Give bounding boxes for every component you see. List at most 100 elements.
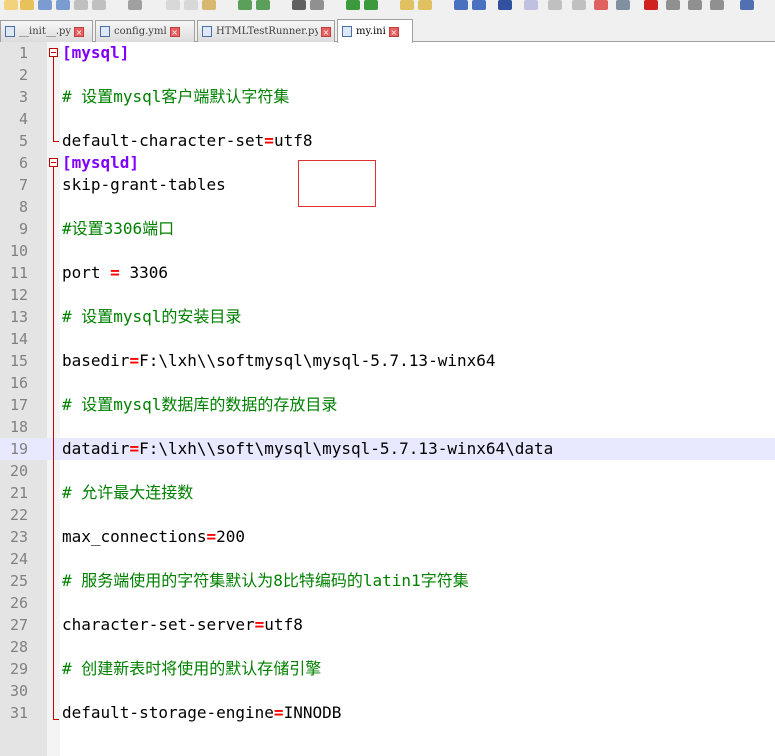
fold-toggle-icon[interactable] xyxy=(49,158,58,167)
code-token: INNODB xyxy=(283,703,342,722)
save-macro-icon[interactable] xyxy=(740,0,754,10)
line-number: 20 xyxy=(9,462,28,480)
code-token: skip-grant-tables xyxy=(62,175,226,194)
redo-icon[interactable] xyxy=(256,0,270,10)
word-wrap-icon[interactable] xyxy=(454,0,468,10)
code-line[interactable]: 8 xyxy=(0,196,775,218)
print-icon[interactable] xyxy=(128,0,142,10)
code-text: # 设置mysql客户端默认字符集 xyxy=(62,86,289,108)
new-file-icon[interactable] xyxy=(4,0,18,10)
code-line[interactable]: 31 default-storage-engine=INNODB xyxy=(0,702,775,724)
line-number: 21 xyxy=(9,484,28,502)
code-line[interactable]: 15 basedir=F:\lxh\\softmysql\mysql-5.7.13… xyxy=(0,350,775,372)
fold-end-marker xyxy=(53,719,59,720)
save-icon[interactable] xyxy=(38,0,52,10)
save-all-icon[interactable] xyxy=(56,0,70,10)
code-line[interactable]: 21 # 允许最大连接数 xyxy=(0,482,775,504)
tab-init-py[interactable]: __init__.py × xyxy=(0,20,93,42)
zoom-in-icon[interactable] xyxy=(346,0,360,10)
code-line[interactable]: 16 xyxy=(0,372,775,394)
code-text: basedir=F:\lxh\\softmysql\mysql-5.7.13-w… xyxy=(62,350,496,372)
code-line[interactable]: 22 xyxy=(0,504,775,526)
sync-v-icon[interactable] xyxy=(400,0,414,10)
monitor-icon[interactable] xyxy=(616,0,630,10)
code-line[interactable]: 20 xyxy=(0,460,775,482)
find-icon[interactable] xyxy=(292,0,306,10)
code-line[interactable]: 11 port = 3306 xyxy=(0,262,775,284)
comment-text: # 设置mysql数据库的数据的存放目录 xyxy=(62,395,338,414)
operator: = xyxy=(129,351,140,370)
close-all-icon[interactable] xyxy=(92,0,106,10)
code-line[interactable]: 5 default-character-set=utf8 xyxy=(0,130,775,152)
editor[interactable]: 1 [mysql] 2 3 # 设置mysql客户端默认字符集 4 5 default-cha… xyxy=(0,42,775,756)
show-all-chars-icon[interactable] xyxy=(472,0,486,10)
code-line[interactable]: 25 # 服务端使用的字符集默认为8比特编码的latin1字符集 xyxy=(0,570,775,592)
tab-htmltestrunner-py[interactable]: HTMLTestRunner.py × xyxy=(197,20,335,42)
line-number: 16 xyxy=(9,374,28,392)
fold-toggle-icon[interactable] xyxy=(49,48,58,57)
run-macro-icon[interactable] xyxy=(710,0,724,10)
code-line[interactable]: 4 xyxy=(0,108,775,130)
fold-line xyxy=(53,167,54,719)
code-line[interactable]: 6 [mysqld] xyxy=(0,152,775,174)
code-line[interactable]: 27 character-set-server=utf8 xyxy=(0,614,775,636)
line-number: 13 xyxy=(9,308,28,326)
code-line[interactable]: 30 xyxy=(0,680,775,702)
code-line[interactable]: 17 # 设置mysql数据库的数据的存放目录 xyxy=(0,394,775,416)
code-line[interactable]: 28 xyxy=(0,636,775,658)
tab-config-yml[interactable]: config.yml × xyxy=(95,20,195,42)
code-line[interactable]: 12 xyxy=(0,284,775,306)
open-file-icon[interactable] xyxy=(20,0,34,10)
code-line[interactable]: 23 max_connections=200 xyxy=(0,526,775,548)
code-line[interactable]: 7 skip-grant-tables xyxy=(0,174,775,196)
code-text: # 创建新表时将使用的默认存储引擎 xyxy=(62,658,321,680)
code-line[interactable]: 1 [mysql] xyxy=(0,42,775,64)
code-token: max_connections xyxy=(62,527,207,546)
record-macro-icon[interactable] xyxy=(644,0,658,10)
close-tab-icon[interactable]: × xyxy=(169,26,180,37)
copy-icon[interactable] xyxy=(184,0,198,10)
fold-line xyxy=(53,57,54,141)
cut-icon[interactable] xyxy=(166,0,180,10)
close-tab-icon[interactable]: × xyxy=(388,26,399,37)
code-token: default-character-set xyxy=(62,131,265,150)
sync-h-icon[interactable] xyxy=(418,0,432,10)
operator: = xyxy=(110,263,120,282)
lang-icon[interactable] xyxy=(524,0,538,10)
code-token: F:\lxh\\soft\mysql\mysql-5.7.13-winx64\d… xyxy=(139,439,554,458)
code-line[interactable]: 26 xyxy=(0,592,775,614)
replace-icon[interactable] xyxy=(310,0,324,10)
close-icon[interactable] xyxy=(74,0,88,10)
folder-workspace-icon[interactable] xyxy=(594,0,608,10)
code-line[interactable]: 2 xyxy=(0,64,775,86)
indent-guide-icon[interactable] xyxy=(498,0,512,10)
line-number: 9 xyxy=(18,220,28,238)
close-tab-icon[interactable]: × xyxy=(74,26,85,37)
stop-macro-icon[interactable] xyxy=(666,0,680,10)
line-number: 15 xyxy=(9,352,28,370)
code-text: default-character-set=utf8 xyxy=(62,130,312,152)
code-line[interactable]: 13 # 设置mysql的安装目录 xyxy=(0,306,775,328)
code-line[interactable]: 29 # 创建新表时将使用的默认存储引擎 xyxy=(0,658,775,680)
line-number: 2 xyxy=(18,66,28,84)
code-line[interactable]: 14 xyxy=(0,328,775,350)
code-line[interactable]: 24 xyxy=(0,548,775,570)
line-number: 17 xyxy=(9,396,28,414)
operator: = xyxy=(129,439,140,458)
zoom-out-icon[interactable] xyxy=(364,0,378,10)
line-number: 26 xyxy=(9,594,28,612)
comment-text: # 服务端使用的字符集默认为8比特编码的latin1字符集 xyxy=(62,571,469,590)
code-line[interactable]: 3 # 设置mysql客户端默认字符集 xyxy=(0,86,775,108)
code-line[interactable]: 9 #设置3306端口 xyxy=(0,218,775,240)
tab-my-ini[interactable]: my.ini × xyxy=(337,19,413,43)
code-token: port xyxy=(62,263,111,282)
close-tab-icon[interactable]: × xyxy=(321,26,331,37)
code-line[interactable]: 19 datadir=F:\lxh\\soft\mysql\mysql-5.7.1… xyxy=(0,438,775,460)
paste-icon[interactable] xyxy=(202,0,216,10)
code-line[interactable]: 10 xyxy=(0,240,775,262)
doc-map-icon[interactable] xyxy=(548,0,562,10)
function-list-icon[interactable] xyxy=(572,0,586,10)
play-macro-icon[interactable] xyxy=(688,0,702,10)
code-line[interactable]: 18 xyxy=(0,416,775,438)
undo-icon[interactable] xyxy=(238,0,252,10)
